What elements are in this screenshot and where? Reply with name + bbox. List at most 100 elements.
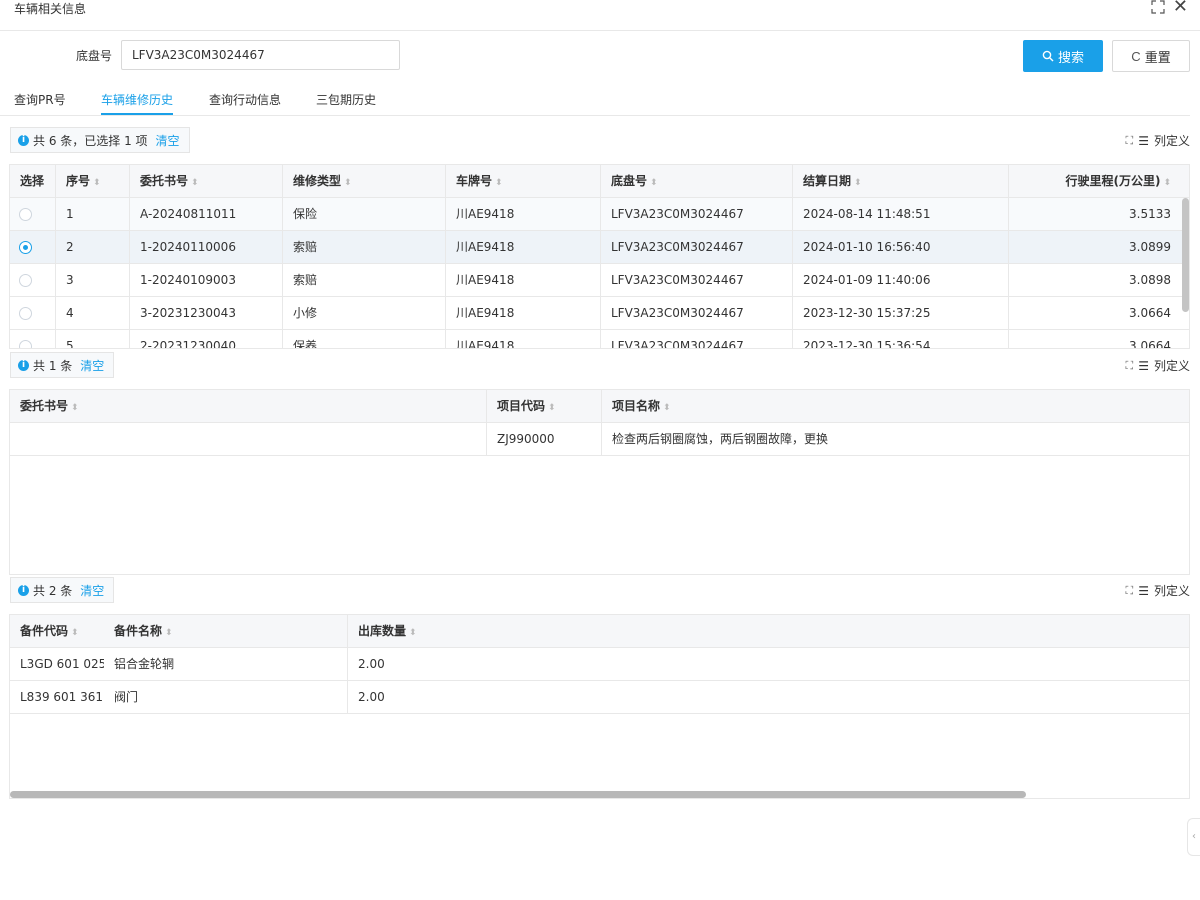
tab-repair-history[interactable]: 车辆维修历史 xyxy=(101,91,174,115)
sort-icon[interactable]: ⬍ xyxy=(71,628,79,638)
col-item-code[interactable]: 项目代码 ⬍ xyxy=(487,390,602,423)
repairs-column-settings[interactable]: ⛶ ☰ 列定义 xyxy=(1126,132,1190,149)
col-seq-label: 序号 xyxy=(66,174,91,188)
col-item-name[interactable]: 项目名称 ⬍ xyxy=(602,390,1189,423)
table-row[interactable]: L839 601 361 阀门 2.00 xyxy=(10,681,1189,714)
sort-icon[interactable]: ⬍ xyxy=(409,628,417,638)
select-cell[interactable] xyxy=(10,231,56,264)
col-plate[interactable]: 车牌号 ⬍ xyxy=(446,165,601,198)
tab-pr-number[interactable]: 查询PR号 xyxy=(14,91,66,115)
repairs-vertical-scrollbar[interactable] xyxy=(1182,198,1189,312)
row-radio[interactable] xyxy=(19,307,32,320)
table-row[interactable]: 1 A-20240811011 保险 川AE9418 LFV3A23C0M302… xyxy=(10,198,1189,231)
row-radio[interactable] xyxy=(19,274,32,287)
mileage-cell: 3.0664 xyxy=(1129,306,1171,320)
expand-icon[interactable]: ⛶ xyxy=(1126,584,1134,598)
parts-horizontal-scrollbar[interactable] xyxy=(10,791,1026,798)
vin-cell: LFV3A23C0M3024467 xyxy=(601,231,793,264)
plate-cell: 川AE9418 xyxy=(446,231,601,264)
sort-icon[interactable]: ⬍ xyxy=(854,178,862,188)
reset-button[interactable]: C 重置 xyxy=(1112,40,1190,72)
table-row[interactable]: 5 2-20231230040 保养 川AE9418 LFV3A23C0M302… xyxy=(10,330,1189,349)
sort-icon[interactable]: ⬍ xyxy=(165,628,173,638)
items-summary-text: 共 1 条 xyxy=(33,358,73,373)
tab-bar: 查询PR号 车辆维修历史 查询行动信息 三包期历史 xyxy=(0,84,1190,116)
vin-cell: LFV3A23C0M3024467 xyxy=(601,198,793,231)
items-clear-link[interactable]: 清空 xyxy=(80,357,104,374)
parts-column-settings[interactable]: ⛶ ☰ 列定义 xyxy=(1126,582,1190,599)
col-part-name[interactable]: 备件名称 ⬍ xyxy=(104,615,348,648)
row-radio-checked[interactable] xyxy=(19,241,32,254)
col-mileage[interactable]: 行驶里程(万公里) ⬍ xyxy=(1009,165,1181,198)
parts-summary-text: 共 2 条 xyxy=(33,583,73,598)
sort-icon[interactable]: ⬍ xyxy=(1163,178,1171,188)
table-row[interactable]: 4 3-20231230043 小修 川AE9418 LFV3A23C0M302… xyxy=(10,297,1189,330)
tab-warranty-history[interactable]: 三包期历史 xyxy=(316,91,376,115)
vin-input[interactable] xyxy=(121,40,400,70)
plate-cell: 川AE9418 xyxy=(446,264,601,297)
qty-cell: 2.00 xyxy=(358,690,385,704)
table-row[interactable]: 3 1-20240109003 索赔 川AE9418 LFV3A23C0M302… xyxy=(10,264,1189,297)
list-icon: ☰ xyxy=(1138,358,1149,373)
sort-icon[interactable]: ⬍ xyxy=(191,178,199,188)
item-code-cell: ZJ990000 xyxy=(487,423,602,456)
table-header-row: 选择 序号 ⬍ 委托书号 ⬍ 维修类型 ⬍ 车牌号 ⬍ 底盘号 ⬍ 结算日期 ⬍ 行驶里程(… xyxy=(10,165,1189,198)
plate-cell: 川AE9418 xyxy=(446,198,601,231)
col-seq[interactable]: 序号 ⬍ xyxy=(56,165,130,198)
fullscreen-icon[interactable] xyxy=(1151,0,1165,14)
table-row-selected[interactable]: 2 1-20240110006 索赔 川AE9418 LFV3A23C0M302… xyxy=(10,231,1189,264)
repairs-clear-link[interactable]: 清空 xyxy=(156,132,180,149)
order-cell: A-20240811011 xyxy=(130,198,283,231)
table-row[interactable]: L3GD 601 025 铝合金轮辋 2.00 xyxy=(10,648,1189,681)
select-cell[interactable] xyxy=(10,297,56,330)
col-part-code[interactable]: 备件代码 ⬍ xyxy=(10,615,104,648)
reset-button-label: 重置 xyxy=(1144,49,1171,65)
col-order-no[interactable]: 委托书号 ⬍ xyxy=(10,390,487,423)
tab-action-info[interactable]: 查询行动信息 xyxy=(209,91,281,115)
repairs-summary-text: 共 6 条，已选择 1 项 xyxy=(33,133,148,148)
search-icon xyxy=(1042,50,1054,62)
col-select: 选择 xyxy=(10,165,56,198)
sort-icon[interactable]: ⬍ xyxy=(663,403,671,413)
part-code-cell: L3GD 601 025 xyxy=(20,657,104,671)
order-cell: 3-20231230043 xyxy=(130,297,283,330)
col-out-qty-label: 出库数量 xyxy=(358,624,407,638)
col-part-code-label: 备件代码 xyxy=(20,624,69,638)
sort-icon[interactable]: ⬍ xyxy=(548,403,556,413)
col-order-no[interactable]: 委托书号 ⬍ xyxy=(130,165,283,198)
mileage-cell: 3.0898 xyxy=(1129,273,1171,287)
seq-cell: 3 xyxy=(56,264,130,297)
sort-icon[interactable]: ⬍ xyxy=(495,178,503,188)
sort-icon[interactable]: ⬍ xyxy=(71,403,79,413)
col-settle-date[interactable]: 结算日期 ⬍ xyxy=(793,165,1009,198)
column-settings-label: 列定义 xyxy=(1153,584,1190,598)
list-icon: ☰ xyxy=(1138,133,1149,148)
mileage-cell: 3.0664 xyxy=(1129,339,1171,349)
items-column-settings[interactable]: ⛶ ☰ 列定义 xyxy=(1126,357,1190,374)
close-icon[interactable]: ✕ xyxy=(1173,0,1188,16)
col-out-qty[interactable]: 出库数量 ⬍ xyxy=(348,615,1189,648)
parts-clear-link[interactable]: 清空 xyxy=(80,582,104,599)
col-item-code-label: 项目代码 xyxy=(497,399,546,413)
col-repair-type[interactable]: 维修类型 ⬍ xyxy=(283,165,446,198)
select-cell[interactable] xyxy=(10,264,56,297)
search-bar: 底盘号 搜索 C 重置 xyxy=(0,40,1200,72)
col-vin[interactable]: 底盘号 ⬍ xyxy=(601,165,793,198)
sort-icon[interactable]: ⬍ xyxy=(650,178,658,188)
expand-icon[interactable]: ⛶ xyxy=(1126,359,1134,373)
order-cell: 1-20240110006 xyxy=(130,231,283,264)
part-code-cell: L839 601 361 xyxy=(20,690,104,704)
vin-cell: LFV3A23C0M3024467 xyxy=(601,330,793,348)
select-cell[interactable] xyxy=(10,198,56,231)
expand-icon[interactable]: ⛶ xyxy=(1126,134,1134,148)
type-cell: 保养 xyxy=(283,330,446,348)
select-cell[interactable] xyxy=(10,330,56,348)
sort-icon[interactable]: ⬍ xyxy=(344,178,352,188)
row-radio[interactable] xyxy=(19,208,32,221)
side-panel-toggle[interactable]: ‹ xyxy=(1187,818,1200,856)
sort-icon[interactable]: ⬍ xyxy=(93,178,101,188)
row-radio[interactable] xyxy=(19,340,32,348)
table-row[interactable]: ZJ990000 检查两后钢圈腐蚀，两后钢圈故障，更换 xyxy=(10,423,1189,456)
date-cell: 2023-12-30 15:37:25 xyxy=(793,297,1009,330)
search-button[interactable]: 搜索 xyxy=(1023,40,1103,72)
